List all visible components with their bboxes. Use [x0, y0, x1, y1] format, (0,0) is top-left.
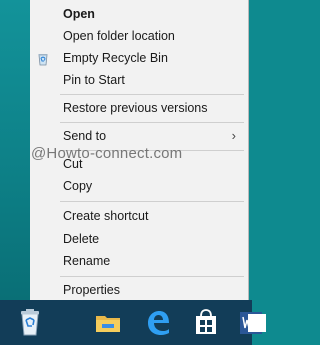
menu-item-label: Rename — [63, 254, 111, 268]
menu-separator — [60, 276, 244, 277]
file-explorer-icon[interactable] — [92, 306, 124, 338]
recycle-bin-icon[interactable] — [14, 306, 46, 338]
menu-item-create-shortcut[interactable]: Create shortcut — [30, 205, 248, 227]
chevron-right-icon: › — [231, 128, 236, 143]
menu-item-label: Create shortcut — [63, 209, 149, 223]
edge-icon[interactable] — [142, 306, 174, 338]
menu-item-label: Delete — [63, 232, 100, 246]
word-icon[interactable] — [238, 306, 270, 338]
menu-separator — [60, 201, 244, 202]
menu-item-copy[interactable]: Copy — [30, 175, 248, 197]
menu-item-empty-recycle-bin[interactable]: Empty Recycle Bin — [30, 47, 248, 69]
menu-separator — [60, 94, 244, 95]
menu-item-label: Open folder location — [63, 29, 175, 43]
menu-item-label: Pin to Start — [63, 73, 125, 87]
watermark: @Howto-connect.com — [31, 145, 183, 162]
menu-item-open-folder-location[interactable]: Open folder location — [30, 25, 248, 47]
store-icon[interactable] — [190, 306, 222, 338]
menu-item-pin-to-start[interactable]: Pin to Start — [30, 69, 248, 91]
menu-item-open[interactable]: Open — [30, 3, 248, 25]
recycle-bin-icon — [36, 51, 50, 66]
menu-item-label: Copy — [63, 179, 93, 193]
menu-item-label: Open — [63, 7, 95, 21]
menu-item-delete[interactable]: Delete — [30, 228, 248, 250]
menu-item-restore-previous-versions[interactable]: Restore previous versions — [30, 97, 248, 119]
menu-item-send-to[interactable]: Send to › — [30, 125, 248, 147]
menu-separator — [60, 122, 244, 123]
menu-item-label: Send to — [63, 129, 107, 143]
desktop-background — [0, 0, 30, 300]
menu-item-rename[interactable]: Rename — [30, 250, 248, 272]
menu-item-label: Empty Recycle Bin — [63, 51, 168, 65]
menu-item-label: Restore previous versions — [63, 101, 208, 115]
taskbar — [0, 300, 266, 345]
menu-item-label: Properties — [63, 283, 120, 297]
menu-item-properties[interactable]: Properties — [30, 279, 248, 301]
